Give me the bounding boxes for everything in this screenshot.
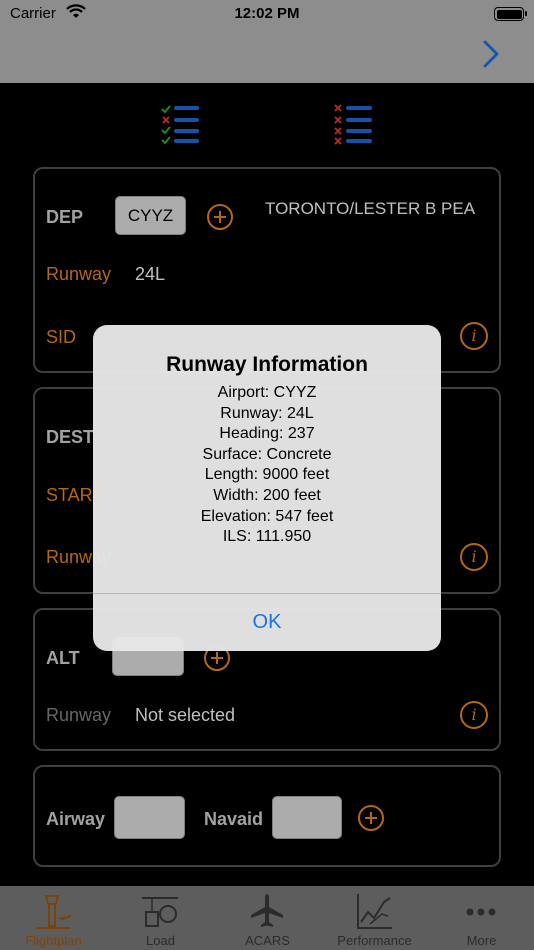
alert-message: Airport: CYYZ Runway: 24L Heading: 237 S… (93, 383, 441, 548)
alert-line-airport: Airport: CYYZ (217, 384, 317, 401)
alert-ok-button[interactable]: OK (93, 593, 441, 651)
alert-line-surface: Surface: Concrete (202, 445, 332, 463)
alert-line-width: Width: 200 feet (213, 486, 321, 504)
runway-info-alert: Runway Information Airport: CYYZ Runway:… (93, 325, 441, 651)
alert-line-runway: Runway: 24L (220, 404, 314, 422)
alert-title: Runway Information (166, 353, 368, 376)
alert-line-length: Length: 9000 feet (204, 466, 330, 484)
alert-line-heading: Heading: 237 (219, 425, 315, 443)
alert-line-ils: ILS: 111.950 (222, 528, 312, 546)
alert-line-elevation: Elevation: 547 feet (200, 507, 334, 525)
